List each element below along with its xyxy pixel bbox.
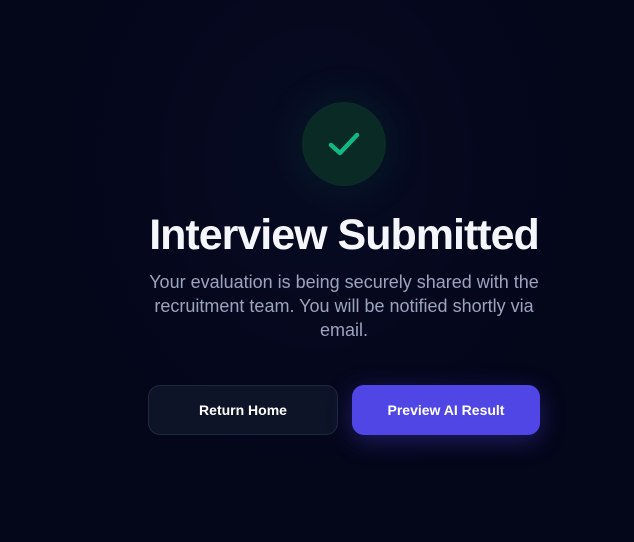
success-badge	[302, 102, 386, 186]
return-home-button[interactable]: Return Home	[148, 385, 338, 435]
preview-ai-result-label: Preview AI Result	[387, 402, 505, 418]
page-title: Interview Submitted	[149, 211, 540, 259]
checkmark-icon	[328, 132, 360, 156]
confirmation-message: Your evaluation is being securely shared…	[149, 272, 539, 340]
preview-ai-result-button[interactable]: Preview AI Result	[352, 385, 540, 435]
return-home-label: Return Home	[199, 402, 287, 418]
submission-confirmation-page: Interview Submitted Your evaluation is b…	[0, 0, 634, 542]
